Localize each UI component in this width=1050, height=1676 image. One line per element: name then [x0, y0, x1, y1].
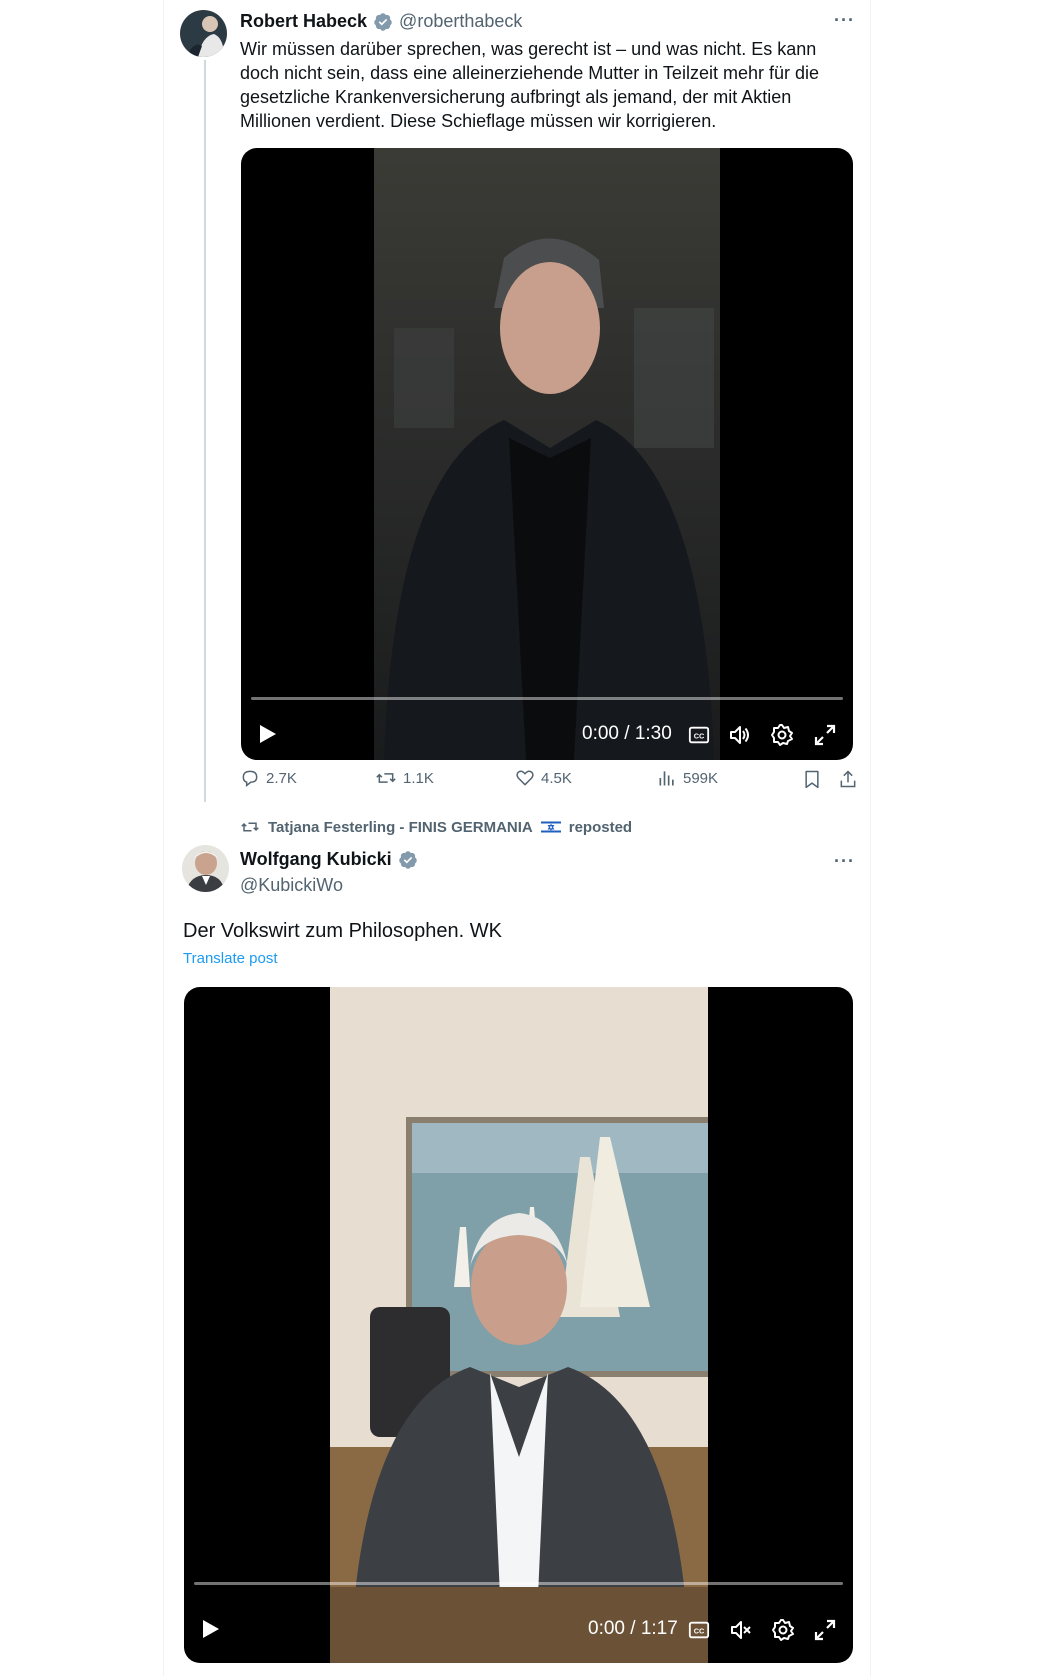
progress-bar[interactable]: [194, 1582, 843, 1585]
israel-flag-icon: [540, 820, 561, 834]
author-name[interactable]: Robert Habeck: [240, 11, 367, 32]
captions-icon[interactable]: CC: [688, 1619, 710, 1641]
translate-post-link[interactable]: Translate post: [183, 950, 278, 967]
muted-volume-icon[interactable]: [729, 1618, 753, 1642]
video-frame: [330, 987, 708, 1663]
analytics-icon: [659, 771, 674, 786]
repost-indicator: Tatjana Festerling - FINIS GERMANIA repo…: [240, 818, 632, 836]
repost-icon: [376, 773, 396, 783]
reposter-name[interactable]: Tatjana Festerling - FINIS GERMANIA: [268, 819, 533, 836]
fullscreen-icon[interactable]: [813, 723, 837, 747]
video-time: 0:00 / 1:17: [588, 1618, 678, 1639]
settings-gear-icon[interactable]: [771, 1618, 795, 1642]
tweet2-name-row: Wolfgang Kubicki: [240, 849, 418, 870]
verified-badge-icon: [374, 12, 392, 31]
video-frame: [374, 148, 720, 760]
avatar-wolfgang-kubicki[interactable]: [182, 845, 229, 892]
repost-count: 1.1K: [403, 769, 434, 787]
bookmark-icon[interactable]: [802, 768, 822, 790]
tweet2-handle-row: @KubickiWo: [240, 875, 343, 896]
reply-count: 2.7K: [266, 769, 297, 787]
play-icon[interactable]: [198, 1617, 222, 1641]
heart-icon: [516, 770, 534, 786]
author-handle[interactable]: @roberthabeck: [399, 11, 522, 32]
share-icon[interactable]: [838, 768, 858, 790]
more-options-button[interactable]: ···: [834, 851, 855, 872]
avatar-photo-icon: [182, 845, 229, 892]
tweet1-header: Robert Habeck @roberthabeck: [240, 11, 522, 32]
views-button[interactable]: 599K: [657, 768, 718, 788]
tweet-text: Wir müssen darüber sprechen, was gerecht…: [240, 39, 819, 131]
svg-text:CC: CC: [694, 1627, 705, 1636]
repost-icon: [241, 822, 259, 832]
tweet-actions-bar: 2.7K 1.1K 4.5K 599K: [240, 764, 856, 794]
tweet-text: Der Volkswirt zum Philosophen. WK: [183, 920, 503, 942]
play-icon[interactable]: [255, 722, 279, 746]
avatar-photo-icon: [180, 10, 227, 57]
verified-badge-icon: [398, 850, 417, 869]
more-options-button[interactable]: ···: [834, 10, 855, 31]
author-handle[interactable]: @KubickiWo: [240, 875, 343, 896]
reply-icon: [242, 770, 258, 788]
fullscreen-icon[interactable]: [813, 1618, 837, 1642]
reposted-label: reposted: [568, 818, 633, 836]
avatar-robert-habeck[interactable]: [180, 10, 227, 57]
video-still-icon: [330, 987, 708, 1663]
video-player[interactable]: 0:00 / 1:17 CC: [184, 987, 853, 1663]
progress-bar[interactable]: [251, 697, 843, 700]
svg-text:CC: CC: [694, 732, 705, 741]
reply-button[interactable]: 2.7K: [240, 768, 297, 788]
captions-icon[interactable]: CC: [688, 724, 710, 746]
video-still-icon: [374, 148, 720, 760]
volume-icon[interactable]: [728, 723, 752, 747]
video-player[interactable]: 0:00 / 1:30 CC: [241, 148, 853, 760]
settings-gear-icon[interactable]: [770, 723, 794, 747]
view-count: 599K: [683, 769, 719, 787]
author-name[interactable]: Wolfgang Kubicki: [240, 849, 392, 870]
thread-line: [204, 60, 206, 802]
like-count: 4.5K: [541, 769, 572, 787]
repost-button[interactable]: 1.1K: [375, 768, 434, 788]
like-button[interactable]: 4.5K: [515, 768, 572, 788]
video-time: 0:00 / 1:30: [582, 723, 672, 744]
